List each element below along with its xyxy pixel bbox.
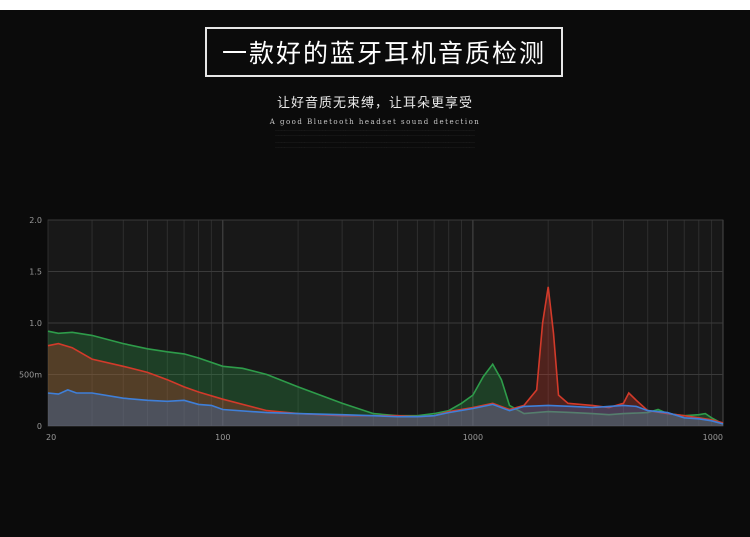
fine-print-decoration-4: ········································… [274,145,476,149]
y-tick-label: 500m [19,371,42,380]
x-tick-label: 1000 [463,433,483,442]
chart-svg: 0 500m 1.0 1.5 2.0 20 100 1000 1000 [19,216,724,442]
top-white-strip [0,0,750,10]
x-tick-label: 100 [215,433,230,442]
fine-print-decoration-3: ········································… [274,140,476,144]
y-tick-label: 2.0 [29,216,42,225]
y-tick-label: 1.0 [29,319,42,328]
title-frame: 一款好的蓝牙耳机音质检测 [205,27,563,77]
y-tick-label: 0 [37,422,42,431]
frequency-response-chart: 0 500m 1.0 1.5 2.0 20 100 1000 1000 [0,205,750,455]
english-tagline: A good Bluetooth headset sound detection [269,118,481,126]
y-tick-label: 1.5 [29,268,42,277]
page-title: 一款好的蓝牙耳机音质检测 [221,39,546,68]
x-tick-label: 20 [46,433,56,442]
fine-print-decoration-1: ········································… [274,128,476,132]
fine-print-decoration-2: ········································… [274,133,476,137]
x-tick-label: 1000 [703,433,723,442]
page-subtitle: 让好音质无束缚，让耳朵更享受 [276,96,473,111]
